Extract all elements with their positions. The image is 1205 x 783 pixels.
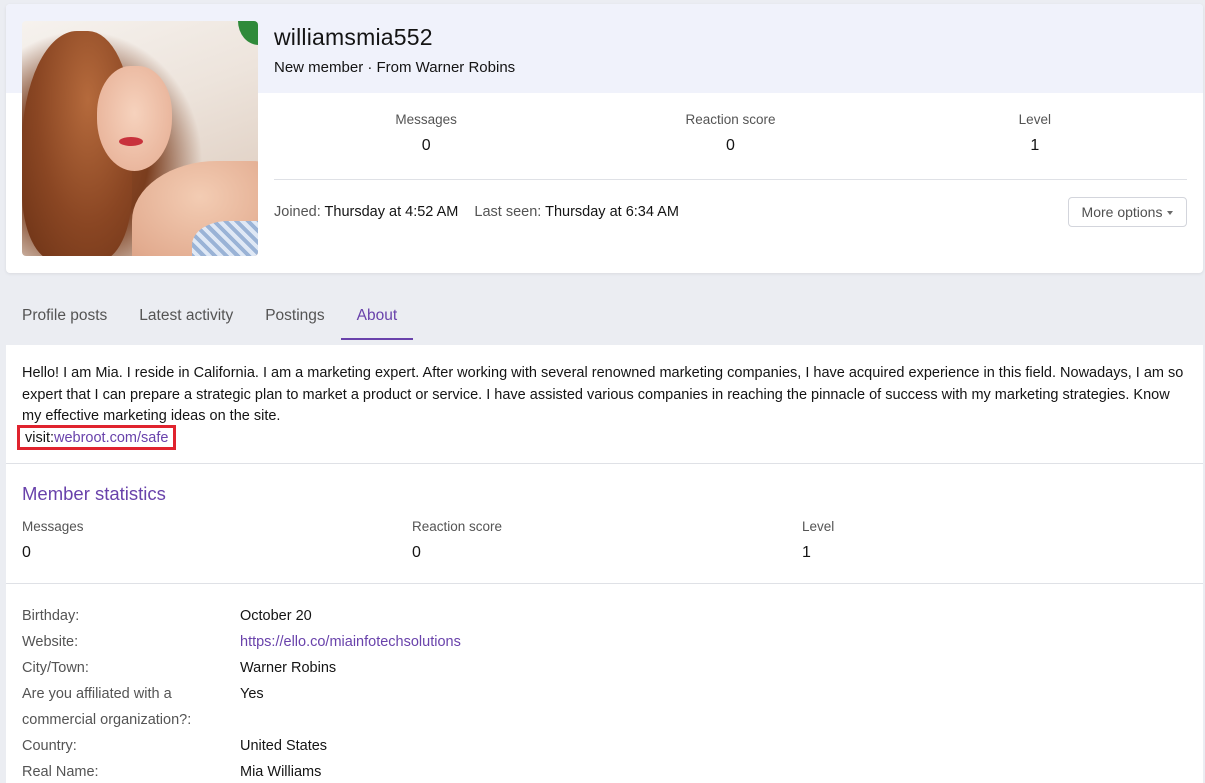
member-stat-value: 1 [802,544,811,561]
about-panel: Hello! I am Mia. I reside in California.… [6,345,1203,783]
joined-label: Joined: [274,204,321,220]
visit-highlight: visit:webroot.com/safe [17,425,177,450]
member-stat-reaction-score[interactable]: Reaction score 0 [412,519,802,562]
header-divider [274,179,1187,180]
tab-latest-activity[interactable]: Latest activity [123,297,249,339]
info-value: United States [240,738,328,754]
info-key: Country: [22,738,77,754]
tab-postings[interactable]: Postings [249,297,340,339]
stat-value: 0 [726,137,735,154]
caret-down-icon [1167,210,1174,215]
profile-header-card: williamsmia552 New member · From Warner … [6,4,1203,273]
avatar-lips [119,137,143,146]
member-stat-label: Level [802,519,835,534]
member-stat-value: 0 [412,544,421,561]
more-options-button[interactable]: More options [1068,197,1187,227]
member-stat-value: 0 [22,544,31,561]
about-divider [6,463,1203,464]
joined-value: Thursday at 4:52 AM [324,204,459,220]
member-statistics-title: Member statistics [22,483,166,504]
last-seen-label: Last seen: [474,204,542,220]
avatar-face [97,66,172,171]
info-value: Warner Robins [240,660,337,676]
info-key: Real Name: [22,764,99,780]
info-row-birthday: Birthday: October 20 [22,603,1192,629]
info-row-website: Website: https://ello.co/miainfotechsolu… [22,629,1192,655]
info-value: October 20 [240,608,312,624]
stat-label: Reaction score [685,112,776,127]
info-key: City/Town: [22,660,89,676]
visit-link[interactable]: webroot.com/safe [54,430,168,446]
member-subtitle: New member · From Warner Robins [274,59,516,76]
stat-messages[interactable]: Messages 0 [274,112,578,172]
stat-level[interactable]: Level 1 [883,112,1187,172]
tab-profile-posts[interactable]: Profile posts [6,297,123,339]
info-key: Are you affiliated with a [22,686,172,702]
stat-label: Level [1018,112,1051,127]
header-stats: Messages 0 Reaction score 0 Level 1 [274,112,1187,172]
last-seen-value: Thursday at 6:34 AM [545,204,679,220]
member-stat-messages[interactable]: Messages 0 [22,519,412,562]
info-row-affiliated: Are you affiliated with a Yes [22,681,1192,707]
member-stat-level[interactable]: Level 1 [802,519,1192,562]
visit-prefix: visit: [25,430,54,446]
stat-reaction-score[interactable]: Reaction score 0 [578,112,882,172]
avatar-leaf [238,21,258,45]
member-statistics: Messages 0 Reaction score 0 Level 1 [22,519,1192,562]
stat-label: Messages [395,112,457,127]
username-title: williamsmia552 [274,24,433,50]
info-key: commercial organization?: [22,712,192,728]
profile-info-list: Birthday: October 20 Website: https://el… [22,603,1192,783]
info-row-real-name: Real Name: Mia Williams [22,759,1192,783]
statistics-divider [6,583,1203,584]
avatar[interactable] [22,21,258,256]
bio-text: Hello! I am Mia. I reside in California.… [22,365,1184,424]
joined-info: Joined: Thursday at 4:52 AM Last seen: T… [274,204,679,220]
stat-value: 1 [1030,137,1040,154]
info-row-country: Country: United States [22,733,1192,759]
info-value: Mia Williams [240,764,322,780]
more-options-label: More options [1081,204,1163,220]
member-stat-label: Reaction score [412,519,503,534]
info-row-city: City/Town: Warner Robins [22,655,1192,681]
stat-value: 0 [421,137,431,154]
website-link[interactable]: https://ello.co/miainfotechsolutions [240,634,461,650]
info-key: Birthday: [22,608,80,624]
info-key: Website: [22,634,79,650]
tab-about[interactable]: About [340,297,414,340]
info-row-affiliated-cont: commercial organization?: [22,707,1192,733]
info-value: Yes [240,686,264,702]
member-stat-label: Messages [22,519,84,534]
profile-tabs: Profile posts Latest activity Postings A… [6,297,414,340]
